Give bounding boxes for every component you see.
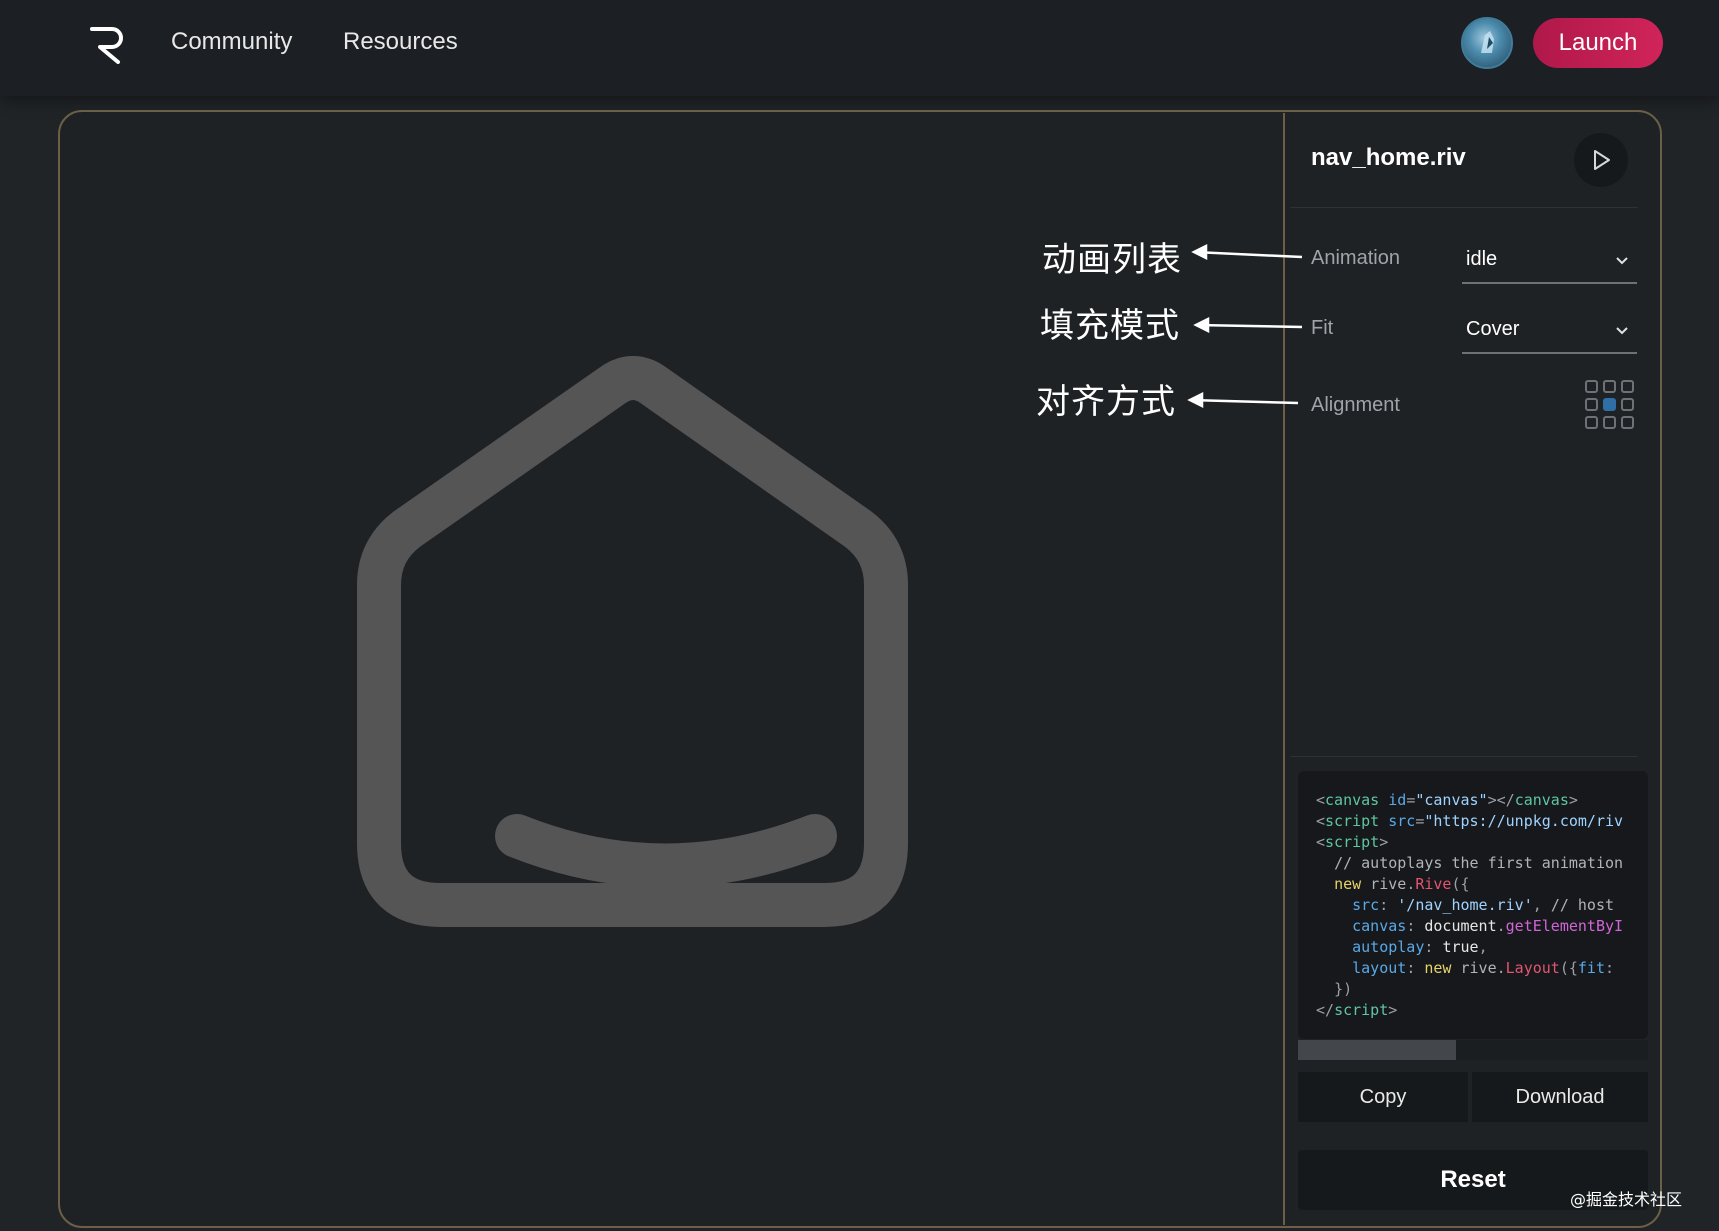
nav-link-community[interactable]: Community [171, 28, 292, 56]
annotation-fit: 填充模式 [1040, 306, 1180, 346]
play-button[interactable] [1574, 133, 1628, 187]
copy-button[interactable]: Copy [1298, 1072, 1468, 1122]
align-bottom-left[interactable] [1585, 416, 1598, 429]
align-bottom-center[interactable] [1603, 416, 1616, 429]
animation-select[interactable]: idle [1462, 240, 1637, 284]
align-top-left[interactable] [1585, 380, 1598, 393]
top-nav-bar: Community Resources Launch [0, 0, 1719, 96]
align-bottom-right[interactable] [1621, 416, 1634, 429]
annotation-animation: 动画列表 [1042, 240, 1182, 280]
annotation-alignment: 对齐方式 [1036, 382, 1176, 422]
watermark: @掘金技术社区 [1570, 1190, 1683, 1209]
code-text: <canvas id="canvas"></canvas> <script sr… [1316, 791, 1624, 1019]
code-section-divider [1290, 756, 1638, 757]
annotation-arrows [1187, 243, 1303, 409]
play-icon [1594, 150, 1610, 170]
fit-label: Fit [1311, 317, 1334, 339]
alignment-label: Alignment [1311, 394, 1400, 416]
panel-header-divider [1290, 207, 1638, 208]
house-animation-canvas [357, 356, 908, 927]
align-center-left[interactable] [1585, 398, 1598, 411]
chevron-down-icon [1616, 257, 1628, 265]
alignment-grid [1585, 380, 1637, 432]
align-top-right[interactable] [1621, 380, 1634, 393]
avatar[interactable] [1461, 17, 1513, 69]
chevron-down-icon [1616, 327, 1628, 335]
nav-link-resources[interactable]: Resources [343, 28, 458, 56]
code-snippet[interactable]: <canvas id="canvas"></canvas> <script sr… [1298, 771, 1648, 1039]
launch-button[interactable]: Launch [1533, 18, 1663, 68]
animation-label: Animation [1311, 247, 1400, 269]
align-center[interactable] [1603, 398, 1616, 411]
fit-select[interactable]: Cover [1462, 310, 1637, 354]
animation-select-value: idle [1466, 248, 1498, 270]
rive-logo-icon[interactable] [88, 24, 128, 64]
avatar-image-icon [1481, 31, 1494, 53]
align-center-right[interactable] [1621, 398, 1634, 411]
download-button[interactable]: Download [1472, 1072, 1648, 1122]
align-top-center[interactable] [1603, 380, 1616, 393]
file-name-title: nav_home.riv [1311, 144, 1466, 171]
code-scrollbar-thumb[interactable] [1298, 1040, 1456, 1060]
fit-select-value: Cover [1466, 318, 1520, 340]
